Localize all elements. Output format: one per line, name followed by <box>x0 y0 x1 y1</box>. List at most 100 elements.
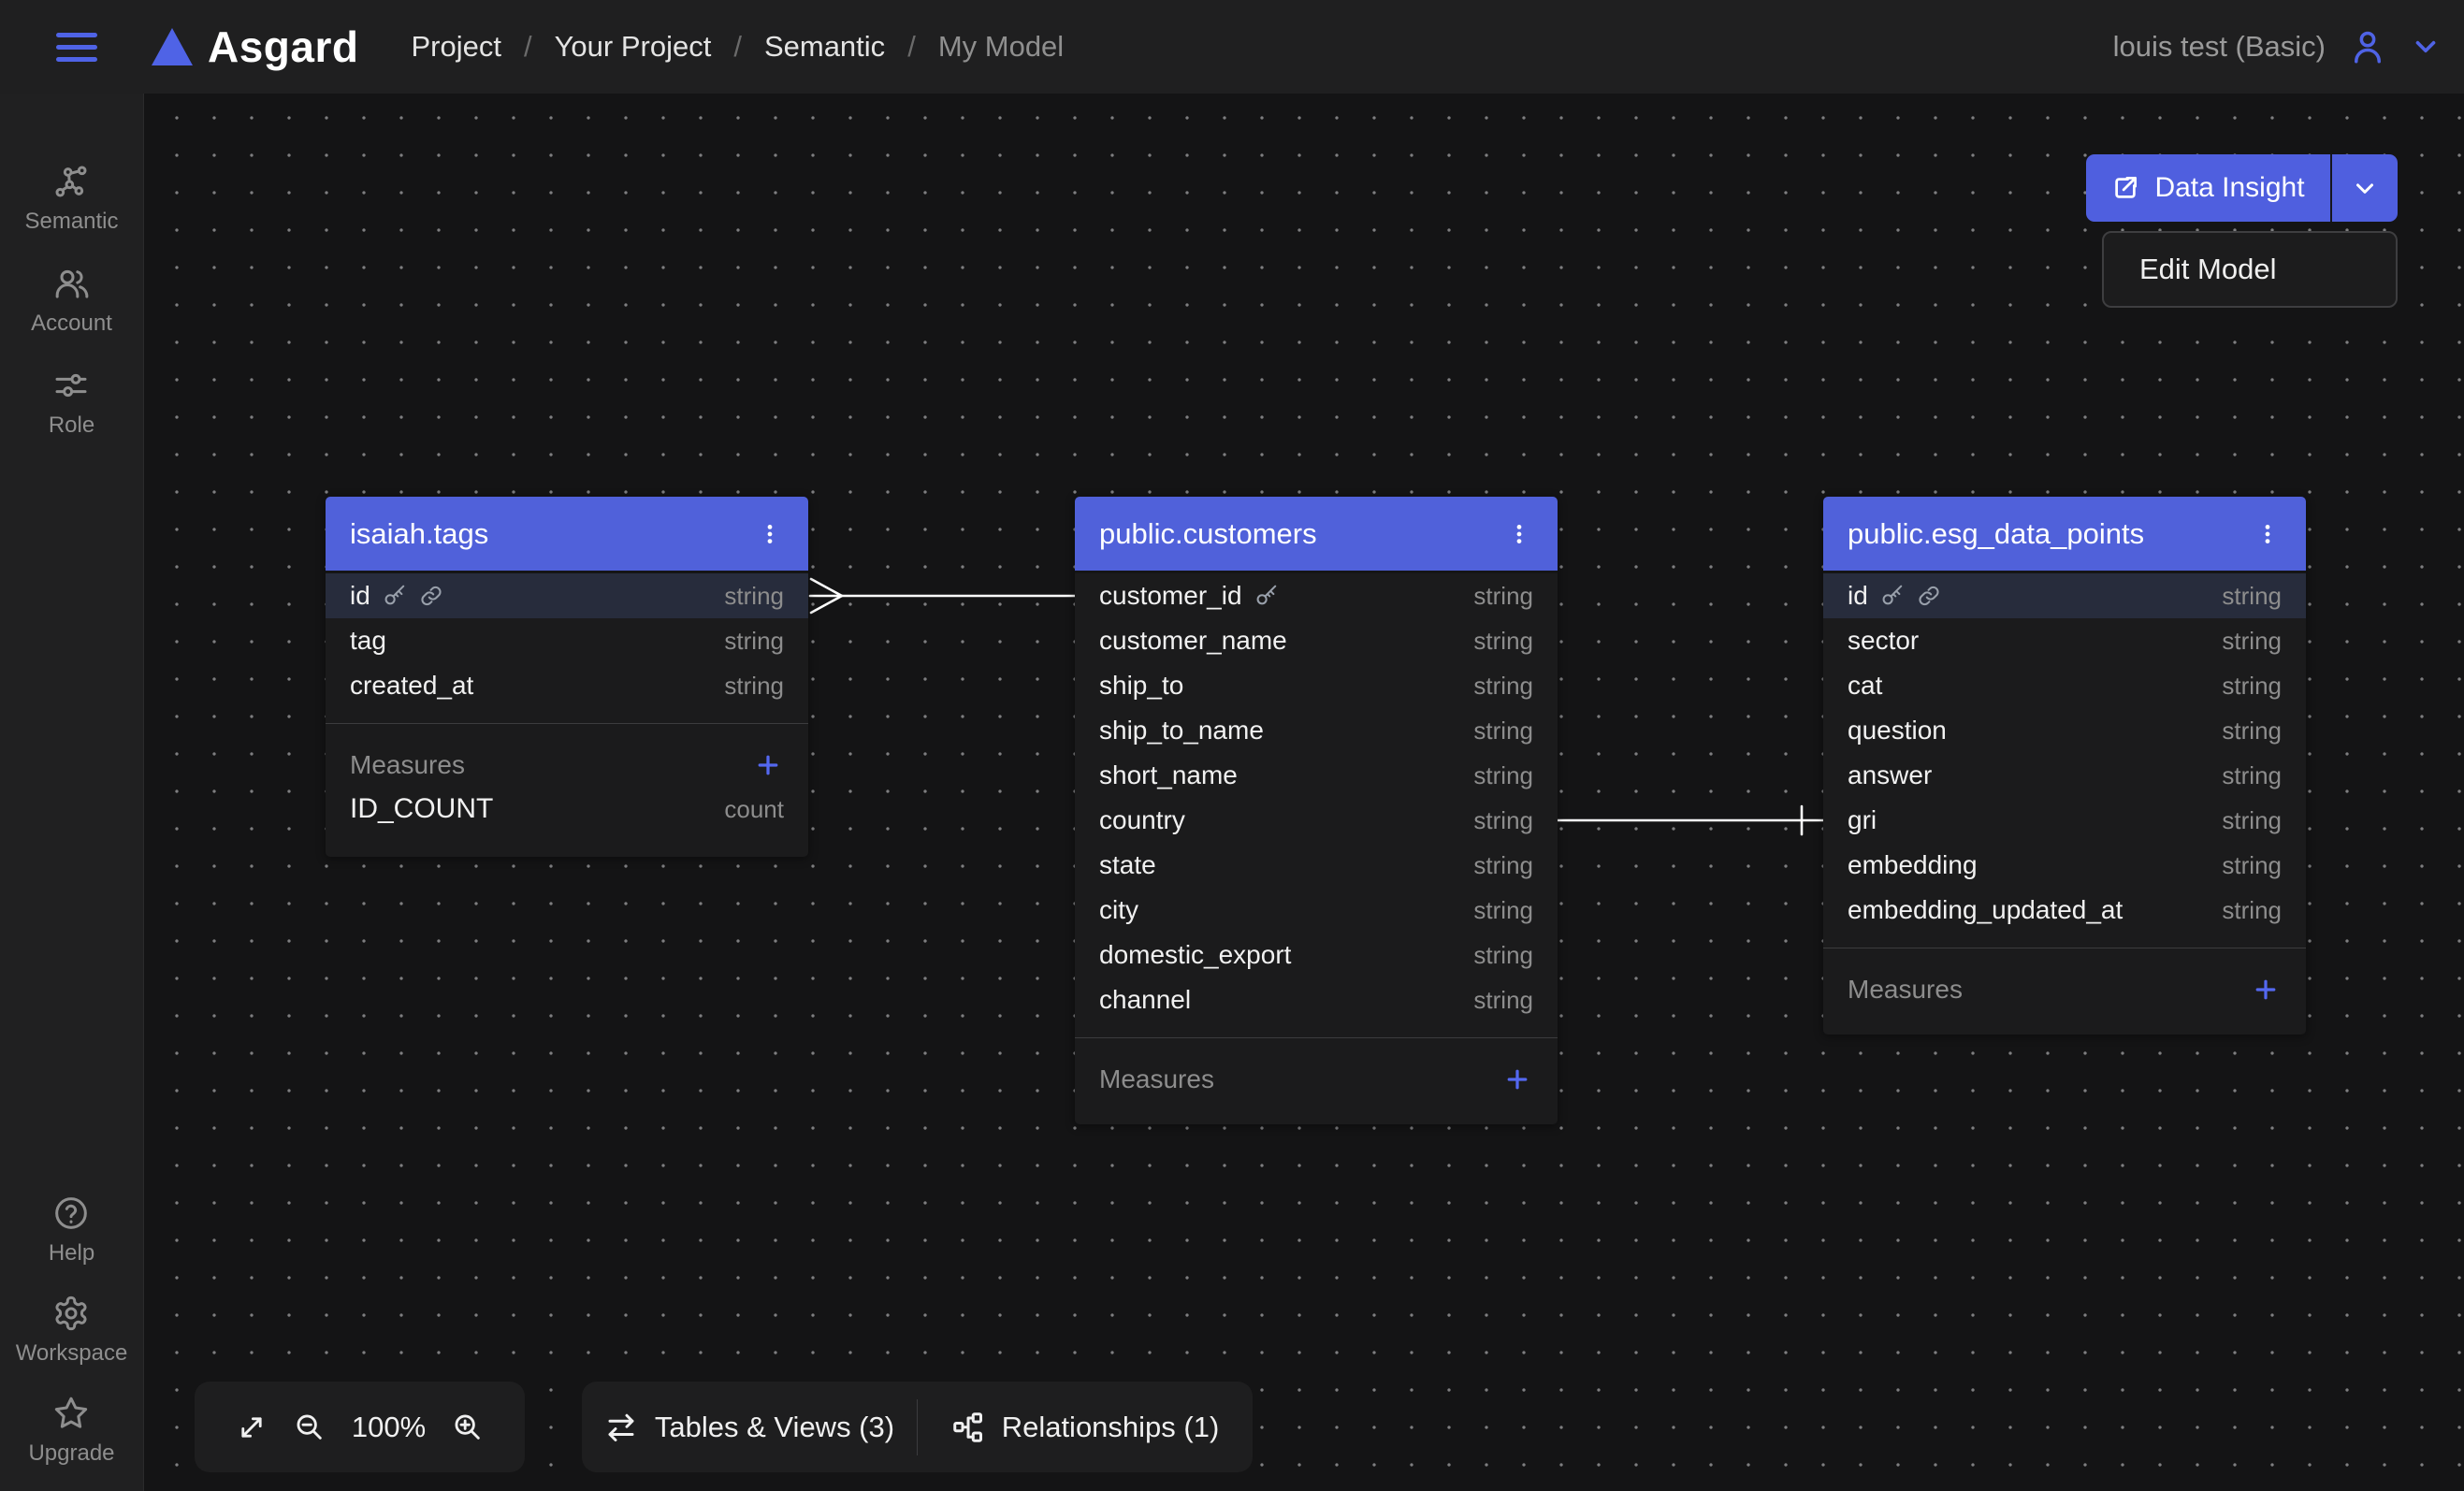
link-icon <box>1917 584 1941 608</box>
table-field-row[interactable]: embeddingstring <box>1823 843 2306 888</box>
measure-row[interactable]: ID_COUNTcount <box>350 786 784 832</box>
sidebar-item-upgrade[interactable]: Upgrade <box>28 1395 114 1467</box>
field-type: string <box>2222 627 2282 656</box>
sidebar-label: Semantic <box>24 209 118 235</box>
kebab-menu-icon[interactable] <box>1505 515 1533 553</box>
breadcrumb-project[interactable]: Project <box>411 30 500 64</box>
sidebar-item-semantic[interactable]: Semantic <box>24 163 118 235</box>
table-card-header[interactable]: public.customers <box>1075 497 1558 573</box>
breadcrumb-your-project[interactable]: Your Project <box>555 30 712 64</box>
measures-section: Measures ID_COUNTcount <box>326 724 808 857</box>
data-insight-label: Data Insight <box>2154 172 2304 204</box>
field-name: embedding_updated_at <box>1848 895 2123 925</box>
table-name: isaiah.tags <box>350 517 756 551</box>
sidebar-item-help[interactable]: Help <box>49 1194 94 1267</box>
kebab-menu-icon[interactable] <box>2254 515 2282 553</box>
chevron-down-icon <box>2351 174 2379 202</box>
breadcrumb-semantic[interactable]: Semantic <box>764 30 885 64</box>
tables-views-button[interactable]: Tables & Views (3) <box>582 1411 917 1444</box>
table-field-row[interactable]: short_namestring <box>1075 753 1558 798</box>
primary-key-icon <box>383 584 407 608</box>
field-type: string <box>1473 896 1533 925</box>
table-field-row[interactable]: idstring <box>1823 573 2306 618</box>
add-measure-button[interactable] <box>1501 1064 1533 1095</box>
sidebar-label: Upgrade <box>28 1440 114 1467</box>
field-type: string <box>1473 851 1533 880</box>
table-card-isaiah-tags[interactable]: isaiah.tags idstringtagstringcreated_ats… <box>326 497 808 857</box>
table-field-row[interactable]: questionstring <box>1823 708 2306 753</box>
left-sidebar: Semantic Account Role Help <box>0 94 144 1491</box>
add-measure-button[interactable] <box>2250 974 2282 1006</box>
table-field-row[interactable]: domestic_export string <box>1075 933 1558 977</box>
measures-section: Measures <box>1823 948 2306 1035</box>
zoom-out-button[interactable] <box>294 1411 326 1443</box>
field-name: domestic_export <box>1099 940 1291 970</box>
zoom-in-button[interactable] <box>452 1411 484 1443</box>
table-field-row[interactable]: gristring <box>1823 798 2306 843</box>
field-list: idstringsectorstringcatstringquestionstr… <box>1823 573 2306 948</box>
table-field-row[interactable]: sectorstring <box>1823 618 2306 663</box>
table-field-row[interactable]: countrystring <box>1075 798 1558 843</box>
field-type: string <box>1473 986 1533 1015</box>
field-list: idstringtagstringcreated_atstring <box>326 573 808 723</box>
field-type: string <box>724 672 784 701</box>
add-measure-button[interactable] <box>752 749 784 781</box>
field-name: created_at <box>350 671 473 701</box>
table-card-header[interactable]: public.esg_data_points <box>1823 497 2306 573</box>
table-field-row[interactable]: catstring <box>1823 663 2306 708</box>
field-type: string <box>1473 672 1533 701</box>
swap-arrows-icon <box>604 1411 638 1444</box>
data-insight-dropdown-toggle[interactable] <box>2330 154 2398 222</box>
star-icon <box>52 1395 90 1432</box>
top-bar: Asgard Project / Your Project / Semantic… <box>0 0 2464 94</box>
table-field-row[interactable]: state string <box>1075 843 1558 888</box>
sidebar-item-account[interactable]: Account <box>31 265 112 337</box>
model-lists-toolbar: Tables & Views (3) Relationships (1) <box>582 1382 1253 1472</box>
user-avatar-icon[interactable] <box>2348 27 2387 66</box>
chevron-down-icon[interactable] <box>2410 31 2442 63</box>
relationships-label: Relationships (1) <box>1002 1411 1220 1444</box>
table-field-row[interactable]: embedding_updated_atstring <box>1823 888 2306 933</box>
semantic-graph-icon <box>52 163 90 200</box>
field-type: string <box>1473 582 1533 611</box>
field-type: string <box>724 627 784 656</box>
edit-model-label: Edit Model <box>2139 253 2276 286</box>
table-card-header[interactable]: isaiah.tags <box>326 497 808 573</box>
field-name: cat <box>1848 671 1882 701</box>
table-field-row[interactable]: channelstring <box>1075 977 1558 1022</box>
table-field-row[interactable]: city string <box>1075 888 1558 933</box>
table-field-row[interactable]: ship_to_namestring <box>1075 708 1558 753</box>
field-type: string <box>724 582 784 611</box>
field-type: string <box>2222 806 2282 835</box>
kebab-menu-icon[interactable] <box>756 515 784 553</box>
asgard-logo-icon <box>152 28 193 65</box>
relationships-button[interactable]: Relationships (1) <box>918 1411 1253 1444</box>
table-field-row[interactable]: tagstring <box>326 618 808 663</box>
sidebar-item-workspace[interactable]: Workspace <box>16 1295 128 1367</box>
field-name: id <box>350 581 370 611</box>
fit-view-button[interactable] <box>236 1411 268 1443</box>
measures-label: Measures <box>1848 975 2250 1005</box>
sidebar-item-role[interactable]: Role <box>49 367 94 439</box>
table-field-row[interactable]: ship_tostring <box>1075 663 1558 708</box>
table-card-public-esg-data-points[interactable]: public.esg_data_points idstringsectorstr… <box>1823 497 2306 1035</box>
table-card-public-customers[interactable]: public.customers customer_idstringcustom… <box>1075 497 1558 1124</box>
field-name: state <box>1099 850 1156 880</box>
data-insight-split-button: Data Insight <box>2086 154 2398 222</box>
users-icon <box>53 265 91 302</box>
tables-views-label: Tables & Views (3) <box>655 1411 894 1444</box>
field-type: string <box>1473 761 1533 790</box>
field-name: city <box>1099 895 1138 925</box>
table-field-row[interactable]: answerstring <box>1823 753 2306 798</box>
field-type: string <box>1473 941 1533 970</box>
edit-model-menu-item[interactable]: Edit Model <box>2102 231 2398 308</box>
field-name: customer_name <box>1099 626 1287 656</box>
help-circle-icon <box>52 1194 90 1232</box>
table-field-row[interactable]: customer_idstring <box>1075 573 1558 618</box>
data-insight-button[interactable]: Data Insight <box>2086 154 2330 222</box>
field-type: string <box>1473 717 1533 746</box>
table-field-row[interactable]: customer_namestring <box>1075 618 1558 663</box>
table-field-row[interactable]: created_at string <box>326 663 808 708</box>
hamburger-menu-icon[interactable] <box>56 33 97 62</box>
table-field-row[interactable]: id string <box>326 573 808 618</box>
